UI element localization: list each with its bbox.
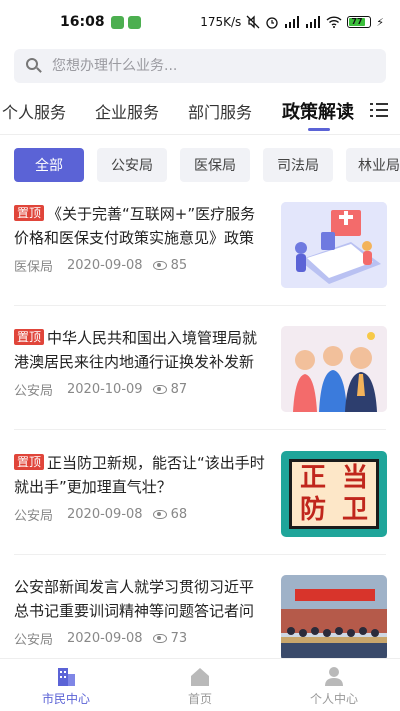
news-views: 87 [170, 382, 188, 397]
tab-personal-services[interactable]: 个人服务 [2, 99, 66, 123]
news-department: 公安局 [14, 633, 54, 648]
news-title: 置顶 《关于完善“互联网+”医疗服务价格和医保支付政策实施意见》政策 [14, 202, 266, 250]
news-title-text: 中华人民共和国出入境管理局就港澳居民来往内地通行证换发补发新 [14, 329, 258, 371]
eye-icon [152, 261, 167, 270]
news-item[interactable]: 置顶 中华人民共和国出入境管理局就港澳居民来往内地通行证换发补发新 公安局 202… [0, 326, 400, 438]
news-views: 68 [170, 507, 188, 522]
item-separator [14, 554, 386, 555]
status-right: 175K/s 77 ⚡ [200, 15, 384, 29]
news-title-text: 正当防卫新规，能否让“该出手时就出手”更加理直气壮？ [14, 454, 265, 496]
signal-icon [306, 16, 321, 28]
building-icon [58, 668, 75, 686]
thumbnail-text: 正 [299, 463, 326, 493]
pinned-badge: 置顶 [14, 205, 45, 221]
tab-label: 市民中心 [41, 692, 90, 706]
news-date: 2020-09-08 [67, 631, 143, 646]
thumbnail-text: 卫 [341, 495, 368, 525]
battery-level: 77 [349, 18, 365, 26]
tab-label: 个人中心 [309, 692, 358, 706]
tab-label: 首页 [187, 692, 212, 706]
signal-icon [285, 16, 300, 28]
eye-icon [152, 385, 167, 394]
tab-home[interactable]: 首页 [150, 665, 250, 707]
news-date: 2020-10-09 [67, 382, 143, 397]
search-icon [26, 58, 42, 74]
thumbnail-text: 当 [341, 463, 368, 493]
mute-icon [246, 15, 260, 29]
news-department: 公安局 [14, 384, 54, 399]
item-separator [14, 305, 386, 306]
divider [0, 134, 400, 135]
news-title-text: 公安部新闻发言人就学习贯彻习近平总书记重要训词精神等问题答记者问 [14, 578, 255, 620]
search-bar[interactable] [14, 49, 386, 83]
eye-icon [152, 634, 167, 643]
news-date: 2020-09-08 [67, 258, 143, 273]
tab-department-services[interactable]: 部门服务 [188, 99, 252, 123]
bottom-tab-bar: 市民中心 首页 个人中心 [0, 658, 400, 711]
news-views: 85 [170, 258, 188, 273]
news-meta: 公安局 2020-10-09 87 [14, 380, 187, 399]
home-icon [191, 668, 209, 686]
status-time: 16:08 [60, 14, 105, 30]
thumbnail-text: 防 [299, 495, 326, 525]
news-title-text: 《关于完善“互联网+”医疗服务价格和医保支付政策实施意见》政策 [14, 205, 256, 247]
search-input[interactable] [52, 58, 352, 74]
news-title: 公安部新闻发言人就学习贯彻习近平总书记重要训词精神等问题答记者问 [14, 575, 266, 623]
status-bar: 16:08 175K/s 77 ⚡ [0, 0, 400, 44]
charging-icon: ⚡ [376, 15, 384, 29]
news-thumbnail [281, 202, 387, 288]
item-separator [14, 429, 386, 430]
news-title: 置顶 中华人民共和国出入境管理局就港澳居民来往内地通行证换发补发新 [14, 326, 266, 374]
app-notification-icon [127, 15, 141, 29]
notification-icons [110, 15, 141, 29]
chip-all[interactable]: 全部 [14, 148, 84, 182]
filter-chips: 全部 公安局 医保局 司法局 林业局 [14, 148, 400, 182]
chip-justice[interactable]: 司法局 [263, 148, 333, 182]
tab-policy-interpretation[interactable]: 政策解读 [282, 98, 354, 124]
tab-enterprise-services[interactable]: 企业服务 [95, 99, 159, 123]
pinned-badge: 置顶 [14, 454, 45, 470]
battery-icon: 77 [347, 16, 372, 28]
tab-citizen-center[interactable]: 市民中心 [16, 665, 116, 707]
pinned-badge: 置顶 [14, 329, 45, 345]
chip-forestry[interactable]: 林业局 [346, 148, 400, 182]
news-item[interactable]: 置顶 正当防卫新规，能否让“该出手时就出手”更加理直气壮？ 公安局 2020-09… [0, 451, 400, 563]
news-thumbnail: 正 当 防 卫 [281, 451, 387, 537]
thumbnail-banner: 正 当 防 卫 [289, 459, 379, 529]
news-meta: 公安局 2020-09-08 68 [14, 505, 187, 524]
active-tab-indicator [308, 128, 330, 131]
news-department: 医保局 [14, 260, 54, 275]
news-views: 73 [170, 631, 188, 646]
news-department: 公安局 [14, 509, 54, 524]
category-tabs: 个人服务 企业服务 部门服务 政策解读 [0, 90, 400, 132]
alarm-icon [266, 17, 278, 29]
news-meta: 公安局 2020-09-08 73 [14, 629, 187, 648]
eye-icon [152, 510, 167, 519]
news-thumbnail [281, 575, 387, 661]
wifi-icon [326, 16, 342, 28]
menu-icon[interactable] [370, 101, 388, 119]
chip-public-security[interactable]: 公安局 [97, 148, 167, 182]
tab-personal-center[interactable]: 个人中心 [284, 665, 384, 707]
chip-medical-insurance[interactable]: 医保局 [180, 148, 250, 182]
news-date: 2020-09-08 [67, 507, 143, 522]
app-notification-icon [110, 15, 124, 29]
news-item[interactable]: 置顶 《关于完善“互联网+”医疗服务价格和医保支付政策实施意见》政策 医保局 20… [0, 202, 400, 314]
person-icon [325, 667, 343, 686]
news-title: 置顶 正当防卫新规，能否让“该出手时就出手”更加理直气壮？ [14, 451, 266, 499]
news-thumbnail [281, 326, 387, 412]
network-speed: 175K/s [200, 15, 242, 29]
news-meta: 医保局 2020-09-08 85 [14, 256, 187, 275]
